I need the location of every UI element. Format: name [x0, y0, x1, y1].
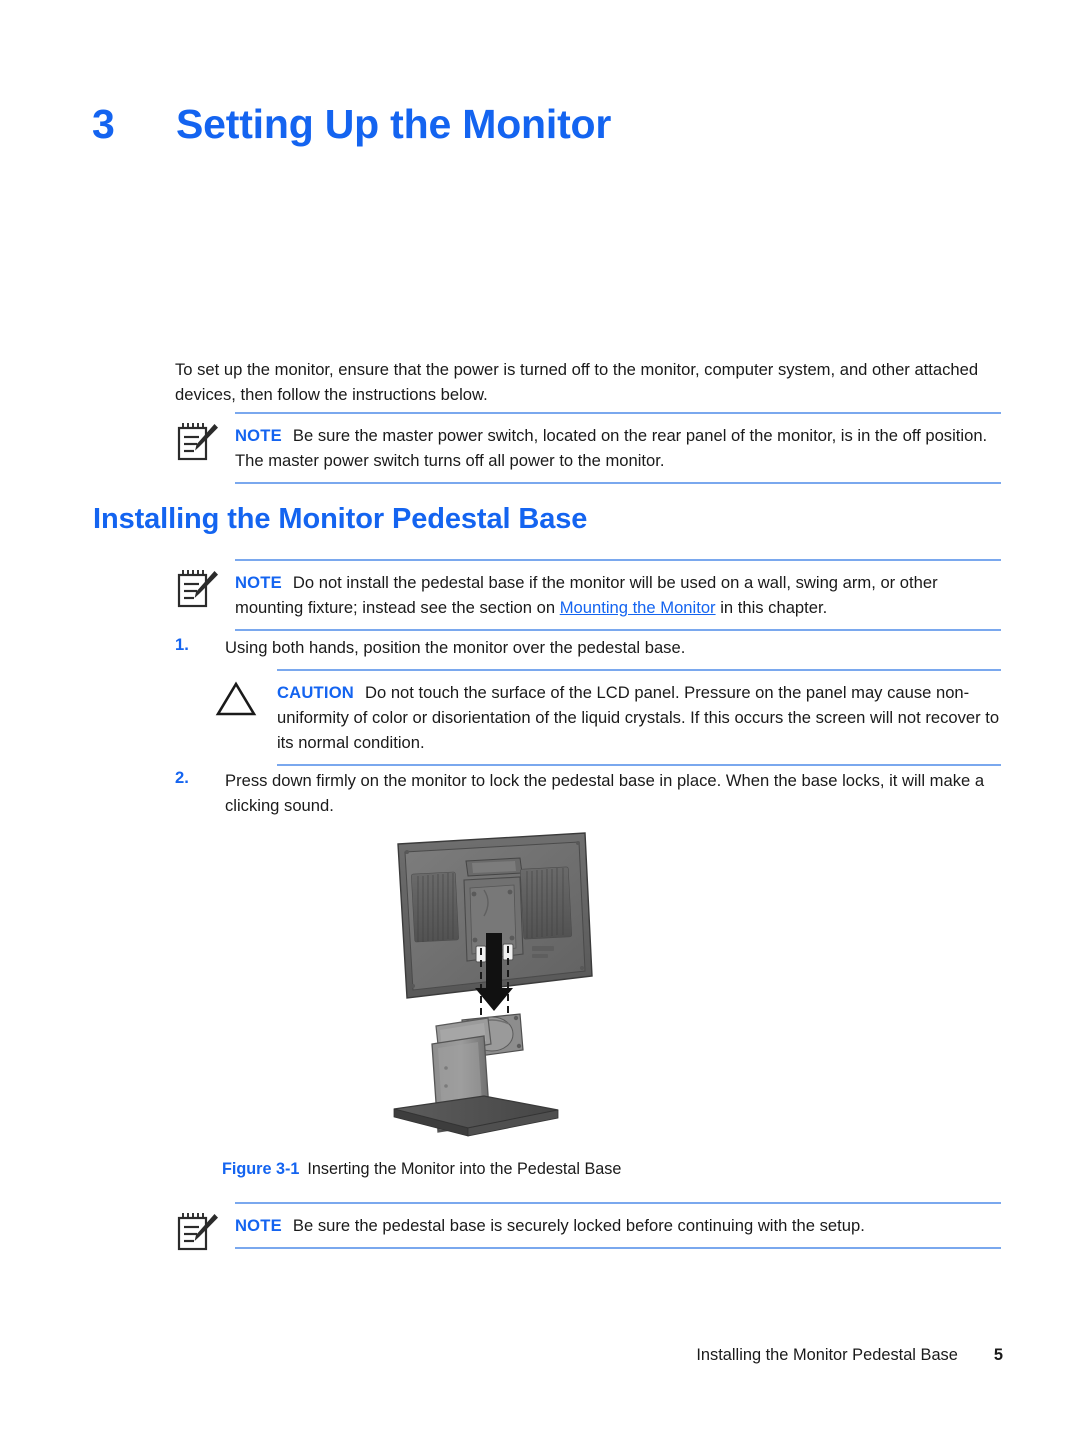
note-block-3-body: NOTE Be sure the pedestal base is securel… — [235, 1202, 1001, 1249]
intro-paragraph: To set up the monitor, ensure that the p… — [175, 360, 979, 404]
note-body-text: Be sure the master power switch, located… — [235, 426, 988, 470]
chapter-title-text: Setting Up the Monitor — [176, 101, 612, 147]
note-block-3-text: NOTE Be sure the pedestal base is securel… — [235, 1213, 1001, 1238]
step-1-number: 1. — [175, 635, 189, 654]
warning-triangle-icon — [213, 679, 259, 719]
section-heading: Installing the Monitor Pedestal Base — [93, 503, 588, 535]
footer-section-name: Installing the Monitor Pedestal Base — [696, 1346, 958, 1364]
note-block-2: NOTE Do not install the pedestal base if … — [175, 559, 1001, 633]
note-block-1: NOTE Be sure the master power switch, loc… — [175, 412, 1001, 486]
figure-illustration — [380, 828, 620, 1150]
figure-caption: Figure 3-1 Inserting the Monitor into the… — [222, 1160, 621, 1179]
mounting-the-monitor-link[interactable]: Mounting the Monitor — [560, 598, 716, 617]
pedestal-base-plate — [393, 1095, 559, 1137]
note-pad-pencil-icon — [175, 420, 221, 464]
note-body-text: Be sure the pedestal base is securely lo… — [292, 1216, 865, 1235]
caution-body-text: Do not touch the surface of the LCD pane… — [277, 683, 1000, 752]
note-pad-pencil-icon — [175, 567, 221, 611]
caution-label: CAUTION — [277, 683, 354, 702]
footer-page-number: 5 — [993, 1346, 1003, 1364]
note-block-2-body: NOTE Do not install the pedestal base if … — [235, 559, 1001, 631]
page-footer: Installing the Monitor Pedestal Base 5 — [0, 1346, 1003, 1365]
note-body-text-after-link: in this chapter. — [715, 598, 828, 617]
note-label: NOTE — [235, 426, 282, 445]
note-pad-pencil-icon — [175, 1210, 221, 1254]
note-block-3: NOTE Be sure the pedestal base is securel… — [175, 1202, 1001, 1254]
caution-block-body: CAUTION Do not touch the surface of the L… — [277, 669, 1001, 766]
chapter-title: 3 Setting Up the Monitor — [92, 101, 611, 148]
monitor-pedestal-illustration-svg — [393, 832, 593, 1137]
step-2-number: 2. — [175, 768, 189, 787]
figure-label: Figure 3-1 — [222, 1160, 300, 1178]
document-page: 3 Setting Up the Monitor To set up the mo… — [0, 0, 1080, 1437]
intro-paragraph-container: To set up the monitor, ensure that the p… — [175, 357, 1001, 407]
note-block-1-body: NOTE Be sure the master power switch, loc… — [235, 412, 1001, 484]
figure-caption-text: Inserting the Monitor into the Pedestal … — [307, 1160, 622, 1178]
note-label: NOTE — [235, 573, 282, 592]
note-block-1-text: NOTE Be sure the master power switch, loc… — [235, 423, 1001, 473]
caution-block-text: CAUTION Do not touch the surface of the L… — [277, 680, 1001, 755]
step-1-text: Using both hands, position the monitor o… — [225, 638, 686, 657]
note-label: NOTE — [235, 1216, 282, 1235]
step-2-text: Press down firmly on the monitor to lock… — [225, 771, 985, 815]
chapter-number: 3 — [92, 101, 115, 147]
note-block-2-text: NOTE Do not install the pedestal base if … — [235, 570, 1001, 620]
caution-block: CAUTION Do not touch the surface of the L… — [213, 669, 1001, 767]
